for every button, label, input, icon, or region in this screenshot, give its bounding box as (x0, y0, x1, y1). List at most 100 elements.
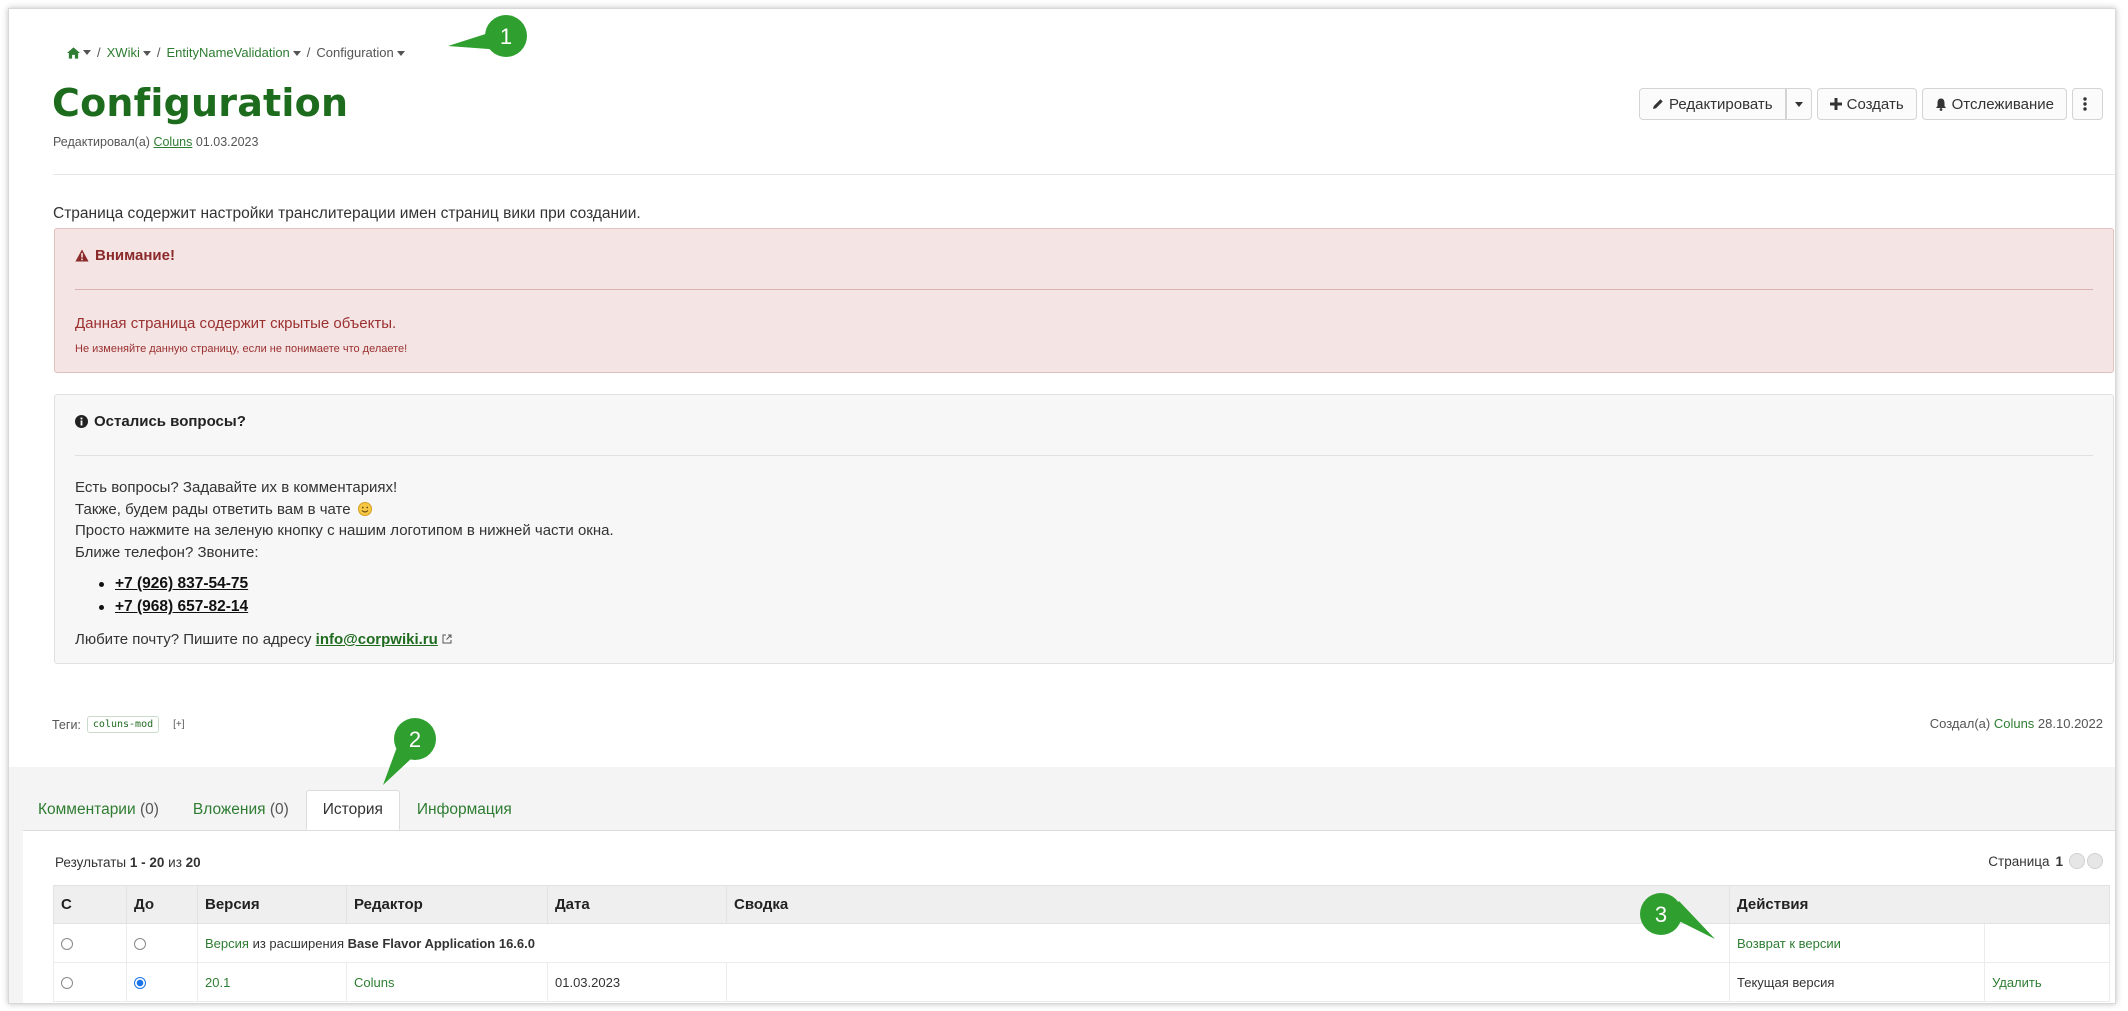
breadcrumb-item-configuration[interactable]: Configuration (316, 45, 405, 60)
info-box: Остались вопросы? Есть вопросы? Задавайт… (54, 394, 2114, 664)
created-info: Создал(а) Coluns 28.10.2022 (1930, 716, 2103, 731)
prev-page-button[interactable] (2069, 853, 2085, 869)
phone-link[interactable]: +7 (968) 657-82-14 (115, 598, 248, 615)
to-radio[interactable] (134, 938, 146, 951)
version-text: из расширения (252, 935, 344, 951)
table-cell (1984, 923, 2110, 963)
breadcrumb-separator: / (306, 45, 311, 60)
column-header-summary: Сводка (726, 885, 1730, 924)
tab-comments[interactable]: Комментарии (0) (21, 790, 176, 830)
plus-icon (1829, 98, 1842, 110)
chevron-down-icon (83, 50, 91, 55)
more-actions-button[interactable] (2072, 88, 2103, 120)
add-tag-button[interactable]: [+] (173, 719, 184, 730)
breadcrumb-item-entitynamevalidation[interactable]: EntityNameValidation (166, 45, 301, 60)
home-link[interactable] (67, 46, 91, 59)
info-title: Остались вопросы? (75, 413, 246, 430)
tab-bar: Комментарии (0) Вложения (0) История Инф… (21, 790, 529, 830)
breadcrumb-separator: / (97, 45, 101, 60)
tab-count: (0) (139, 801, 159, 818)
phone-list-item: +7 (968) 657-82-14 (99, 598, 248, 616)
edit-dropdown-button[interactable] (1785, 88, 1812, 120)
info-title-text: Остались вопросы? (94, 413, 246, 430)
revert-link[interactable]: Возврат к версии (1737, 936, 1841, 951)
warning-message: Данная страница содержит скрытые объекты… (75, 315, 397, 332)
editor-link[interactable]: Coluns (153, 135, 192, 149)
annotation-marker-1: 1 (448, 15, 527, 57)
results-range: 1 - 20 (129, 855, 165, 870)
chevron-down-icon (142, 51, 151, 57)
phone-link[interactable]: +7 (926) 837-54-75 (115, 575, 248, 592)
divider (53, 174, 2115, 175)
version-link[interactable]: 20.1 (205, 975, 230, 990)
edit-button-label: Редактировать (1669, 95, 1773, 113)
edited-label: Редактировал(а) (53, 135, 150, 149)
warning-title-text: Внимание! (95, 247, 175, 264)
edited-date: 01.03.2023 (195, 135, 259, 149)
tab-attachments[interactable]: Вложения (0) (176, 790, 306, 830)
tag-coluns-mod[interactable]: coluns-mod (86, 716, 160, 733)
create-button-label: Создать (1846, 95, 1904, 113)
results-label: Результаты (55, 855, 127, 870)
from-radio[interactable] (61, 977, 73, 990)
tags-label: Теги: (52, 717, 81, 732)
browser-page: / XWiki / EntityNameValidation / Configu… (8, 8, 2116, 1004)
delete-link[interactable]: Удалить (1992, 975, 2042, 990)
results-total: 20 (185, 855, 201, 870)
page-number: 1 (2055, 853, 2063, 869)
table-cell: 20.1 (197, 962, 347, 1002)
pencil-icon (1653, 99, 1663, 109)
info-line: Ближе телефон? Звоните: (75, 544, 259, 561)
pagination: Страница 1 (1988, 853, 2103, 869)
divider (75, 455, 2093, 456)
to-radio[interactable] (134, 977, 146, 990)
breadcrumb-item-xwiki[interactable]: XWiki (107, 45, 151, 60)
warning-title: Внимание! (75, 247, 175, 264)
svg-text:2: 2 (409, 727, 421, 752)
editor-link[interactable]: Coluns (354, 975, 394, 990)
bottom-section: Комментарии (0) Вложения (0) История Инф… (9, 767, 2115, 1003)
annotation-marker-3: 3 (1640, 893, 1715, 939)
watch-button[interactable]: Отслеживание (1921, 88, 2067, 120)
page-label: Страница (1988, 853, 2050, 869)
table-cell (53, 923, 127, 963)
tab-label: Информация (416, 801, 512, 818)
extension-name: Base Flavor Application 16.6.0 (347, 935, 535, 951)
table-cell: Coluns (346, 962, 548, 1002)
table-row: 20.1 Coluns 01.03.2023 Текущая версия Уд… (53, 962, 2110, 1002)
chevron-down-icon (1794, 101, 1803, 107)
phone-list-item: +7 (926) 837-54-75 (99, 575, 248, 593)
results-count: Результаты 1 - 20 из 20 (55, 855, 201, 870)
creator-link[interactable]: Coluns (1994, 716, 2034, 731)
bullet (99, 582, 104, 587)
tab-count: (0) (269, 801, 289, 818)
create-button[interactable]: Создать (1816, 88, 1917, 120)
from-radio[interactable] (61, 938, 73, 951)
info-line: Есть вопросы? Задавайте их в комментария… (75, 479, 398, 496)
page-description: Страница содержит настройки транслитерац… (53, 205, 641, 222)
home-icon (67, 46, 80, 59)
column-header-date: Дата (547, 885, 727, 924)
history-panel: Результаты 1 - 20 из 20 Страница 1 С До … (23, 830, 2115, 1003)
created-label: Создал(а) (1929, 716, 1991, 731)
email-link[interactable]: info@corpwiki.ru (316, 631, 438, 648)
version-link[interactable]: Версия (205, 936, 249, 951)
tab-history[interactable]: История (305, 790, 400, 830)
watch-button-label: Отслеживание (1951, 95, 2054, 113)
table-cell: Удалить (1984, 962, 2110, 1002)
table-header-row: С До Версия Редактор Дата Сводка Действи… (53, 885, 2110, 924)
column-header-version: Версия (197, 885, 347, 924)
edit-button[interactable]: Редактировать (1639, 88, 1786, 120)
table-cell: Возврат к версии (1729, 923, 1985, 963)
page-meta: Редактировал(а) Coluns 01.03.2023 (53, 135, 258, 149)
warning-submessage: Не изменяйте данную страницу, если не по… (75, 343, 408, 355)
tab-information[interactable]: Информация (400, 790, 529, 830)
divider (75, 289, 2093, 290)
email-prefix: Любите почту? Пишите по адресу (75, 631, 312, 648)
page-toolbar: Редактировать Создать Отслеживание (1639, 88, 2103, 120)
column-header-from: С (53, 885, 127, 924)
email-line: Любите почту? Пишите по адресу info@corp… (75, 631, 452, 648)
breadcrumb-separator: / (156, 45, 161, 60)
next-page-button[interactable] (2087, 853, 2103, 869)
column-header-actions: Действия (1729, 885, 2110, 924)
